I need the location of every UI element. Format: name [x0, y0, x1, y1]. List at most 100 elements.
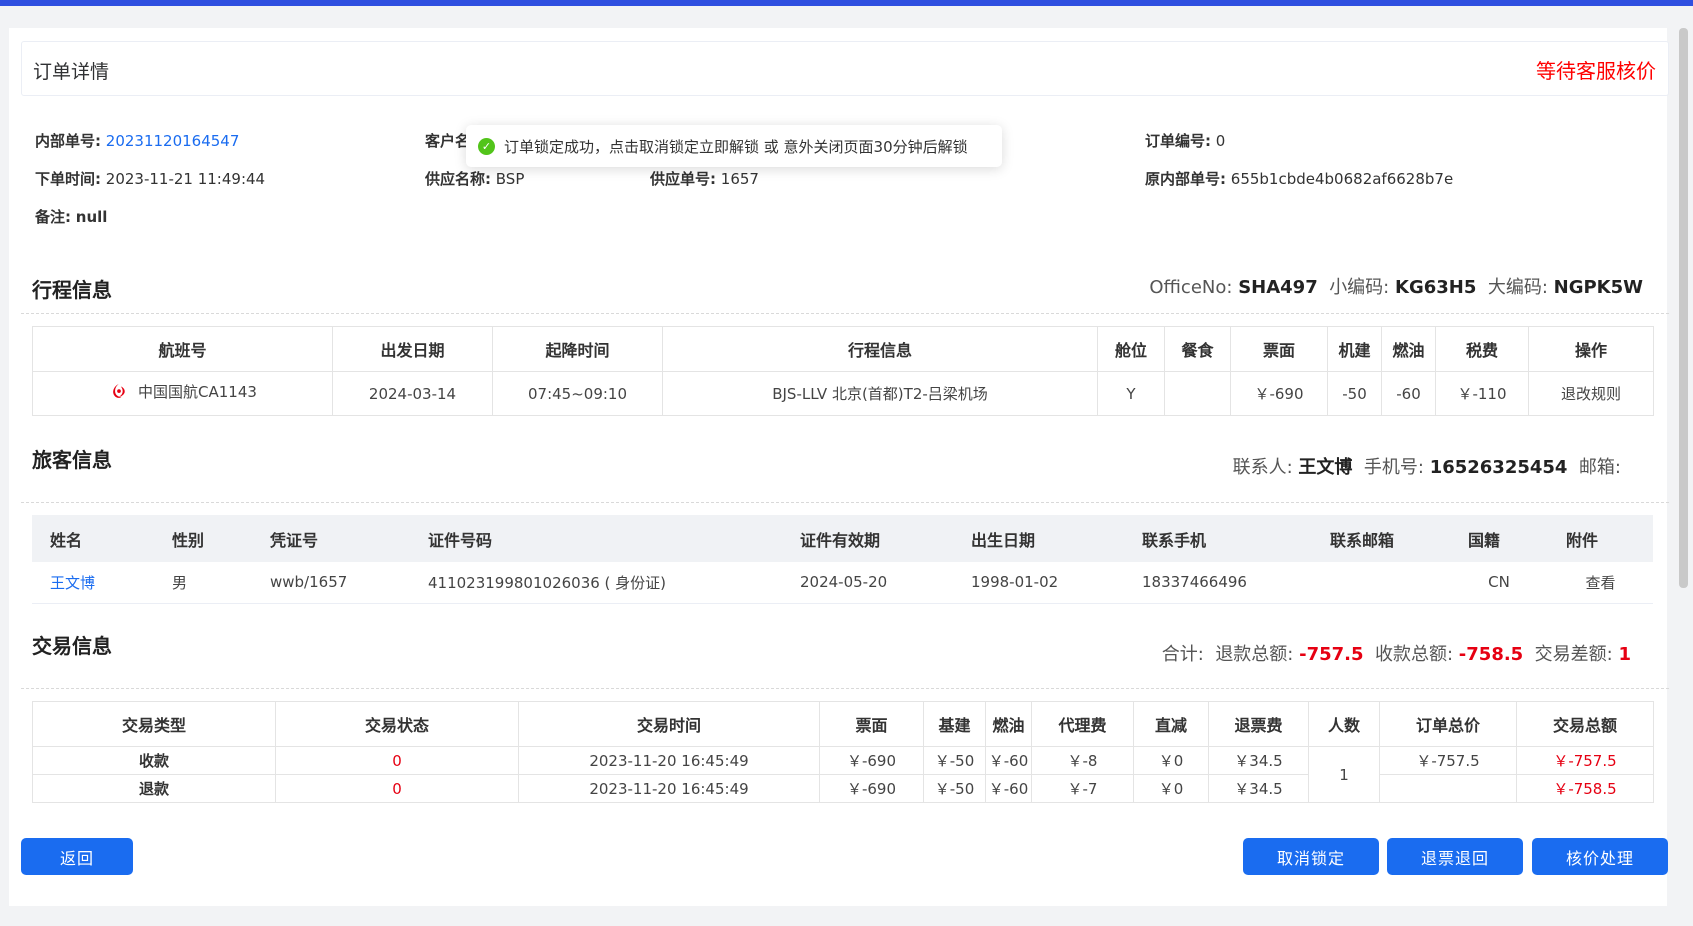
supply-no-label: 供应单号: [650, 170, 716, 188]
sum-label: 合计: [1161, 644, 1204, 665]
small-code-value: KG63H5 [1395, 277, 1477, 298]
flight-fare: ￥-690 [1230, 371, 1328, 416]
back-button[interactable]: 返回 [21, 838, 133, 875]
order-no-value: 0 [1215, 132, 1226, 150]
trade-total-price: ￥-757.5 [1379, 746, 1517, 775]
order-status: 等待客服核价 [1536, 59, 1656, 83]
diff-label: 交易差额: [1534, 644, 1613, 665]
trade-table: 交易类型 交易状态 交易时间 票面 基建 燃油 代理费 直减 退票费 人数 订单… [32, 701, 1654, 803]
flight-airport-fee: -50 [1327, 371, 1382, 416]
trade-direct: ￥0 [1133, 746, 1209, 775]
receive-total-value: -758.5 [1458, 644, 1524, 665]
supply-no-value: 1657 [720, 170, 759, 188]
airline: 中国国航CA1143 [108, 381, 257, 403]
view-attachment-link[interactable]: 查看 [1548, 562, 1653, 604]
th-nation: 国籍 [1450, 515, 1548, 562]
check-circle-icon: ✓ [478, 137, 495, 155]
internal-no-link[interactable]: 20231120164547 [106, 132, 240, 150]
orig-no: 原内部单号: 655b1cbde4b0682af6628b7e [1145, 168, 1453, 189]
trade-people: 1 [1308, 746, 1380, 803]
trade-fare: ￥-690 [819, 774, 924, 803]
th-airport-fee: 机建 [1327, 326, 1382, 372]
trade-type: 退款 [32, 774, 276, 803]
trade-amount: ￥-758.5 [1516, 774, 1654, 803]
itinerary-codes: OfficeNo: SHA497 小编码: KG63H5 大编码: NGPK5W [1149, 273, 1643, 299]
itinerary-title: 行程信息 [32, 278, 112, 302]
trade-agent: ￥-8 [1031, 746, 1134, 775]
th-trade-status: 交易状态 [275, 701, 519, 747]
email-label: 邮箱: [1578, 457, 1621, 478]
th-id-valid: 证件有效期 [782, 515, 953, 562]
th-trade-amount: 交易总额 [1516, 701, 1654, 747]
trade-refund-fee: ￥34.5 [1208, 746, 1309, 775]
order-time-label: 下单时间: [35, 170, 101, 188]
supplier-value: BSP [495, 170, 525, 188]
th-trade-agent: 代理费 [1031, 701, 1134, 747]
th-birth: 出生日期 [953, 515, 1124, 562]
th-time: 起降时间 [492, 326, 663, 372]
th-attach: 附件 [1548, 515, 1653, 562]
office-value: SHA497 [1238, 277, 1318, 298]
order-no: 订单编号: 0 [1145, 130, 1225, 151]
passenger-title: 旅客信息 [32, 448, 112, 472]
cancel-lock-button[interactable]: 取消锁定 [1243, 838, 1379, 875]
refund-back-button[interactable]: 退票退回 [1387, 838, 1523, 875]
trade-table-header: 交易类型 交易状态 交易时间 票面 基建 燃油 代理费 直减 退票费 人数 订单… [32, 701, 1654, 747]
change-rules-link[interactable]: 退改规则 [1528, 371, 1654, 416]
office-label: OfficeNo: [1149, 277, 1233, 298]
th-mobile: 联系手机 [1124, 515, 1312, 562]
trade-status: 0 [275, 746, 519, 775]
receive-total-label: 收款总额: [1374, 644, 1454, 665]
passenger-id-no: 411023199801026036 ( 身份证) [410, 562, 782, 604]
trade-time: 2023-11-20 16:45:49 [518, 774, 820, 803]
flight-route: BJS-LLV 北京(首都)T2-吕梁机场 [662, 371, 1098, 416]
trade-fuel: ￥-60 [985, 774, 1032, 803]
th-tax: 税费 [1435, 326, 1529, 372]
order-time-value: 2023-11-21 11:49:44 [105, 170, 266, 188]
th-trade-base: 基建 [923, 701, 986, 747]
th-trade-time: 交易时间 [518, 701, 820, 747]
th-voucher: 凭证号 [252, 515, 410, 562]
flight-table-header: 航班号 出发日期 起降时间 行程信息 舱位 餐食 票面 机建 燃油 税费 操作 [32, 326, 1654, 372]
internal-no: 内部单号: 20231120164547 [35, 130, 239, 151]
flight-cabin: Y [1097, 371, 1165, 416]
phone-value: 16526325454 [1429, 457, 1568, 478]
passenger-mobile: 18337466496 [1124, 562, 1312, 604]
passenger-id-valid: 2024-05-20 [782, 562, 953, 604]
passenger-nation: CN [1450, 562, 1548, 604]
th-flight-no: 航班号 [32, 326, 333, 372]
supply-no: 供应单号: 1657 [650, 168, 759, 189]
customer-label: 客户名 [425, 132, 471, 150]
th-trade-people: 人数 [1308, 701, 1380, 747]
supplier: 供应名称: BSP [425, 168, 524, 189]
trade-fare: ￥-690 [819, 746, 924, 775]
top-accent-bar [0, 0, 1693, 6]
small-code-label: 小编码: [1329, 277, 1390, 298]
trade-fuel: ￥-60 [985, 746, 1032, 775]
big-code-value: NGPK5W [1553, 277, 1643, 298]
supplier-label: 供应名称: [425, 170, 491, 188]
air-china-logo-icon [113, 383, 125, 398]
passenger-table: 姓名 性别 凭证号 证件号码 证件有效期 出生日期 联系手机 联系邮箱 国籍 附… [32, 515, 1653, 604]
order-time: 下单时间: 2023-11-21 11:49:44 [35, 168, 265, 189]
trade-base: ￥-50 [923, 774, 986, 803]
flight-no: 中国国航CA1143 [138, 383, 257, 401]
vertical-scrollbar[interactable] [1679, 28, 1688, 588]
table-row: 中国国航CA1143 2024-03-14 07:45~09:10 BJS-LL… [32, 371, 1654, 416]
passenger-name-link[interactable]: 王文博 [50, 574, 95, 592]
big-code-label: 大编码: [1487, 277, 1548, 298]
check-price-button[interactable]: 核价处理 [1532, 838, 1668, 875]
th-trade-type: 交易类型 [32, 701, 276, 747]
trade-refund-fee: ￥34.5 [1208, 774, 1309, 803]
th-id-no: 证件号码 [410, 515, 782, 562]
page-title: 订单详情 [33, 61, 110, 83]
diff-value: 1 [1618, 644, 1631, 665]
remark-value: null [75, 208, 108, 226]
th-fare: 票面 [1230, 326, 1328, 372]
flight-meal [1164, 371, 1231, 416]
flight-fuel: -60 [1381, 371, 1436, 416]
refund-total-label: 退款总额: [1215, 644, 1294, 665]
th-name: 姓名 [32, 515, 154, 562]
passenger-voucher: wwb/1657 [252, 562, 410, 604]
trade-amount: ￥-757.5 [1516, 746, 1654, 775]
